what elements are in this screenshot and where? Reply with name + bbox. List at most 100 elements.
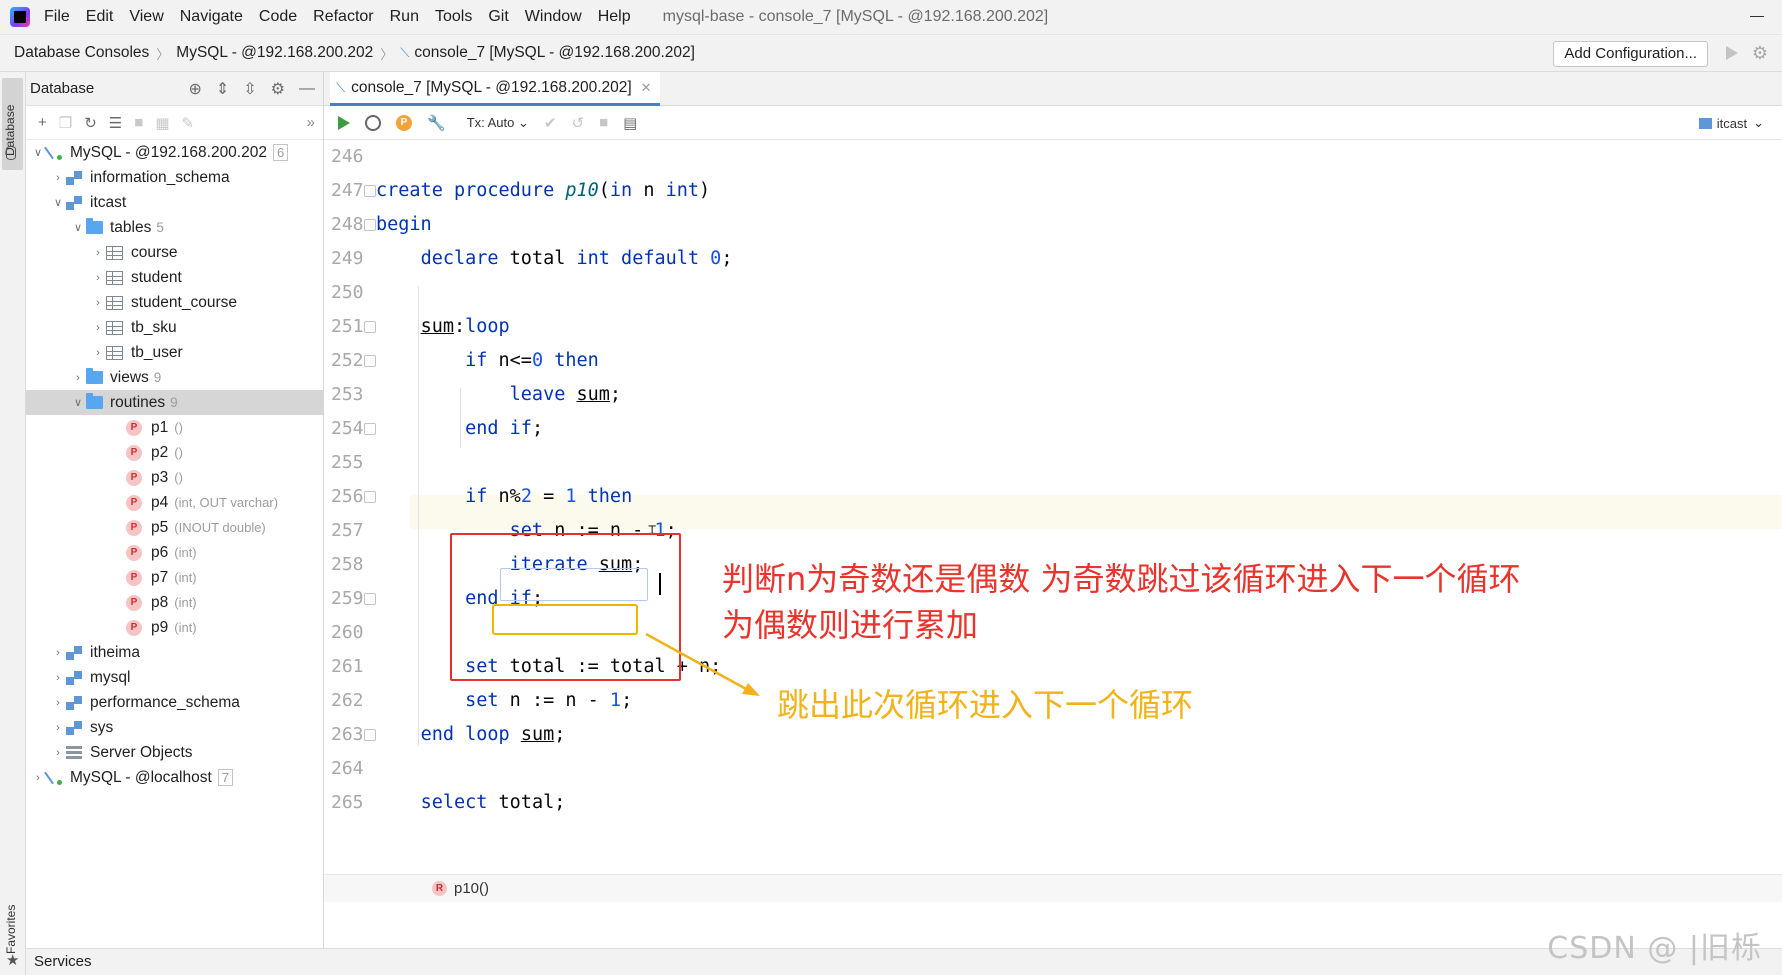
menu-window[interactable]: Window — [525, 8, 582, 26]
tree-folder-routines[interactable]: ∨ routines 9 — [26, 390, 323, 415]
tree-connection-remote[interactable]: ∨ MySQL - @192.168.200.202 6 — [26, 140, 323, 165]
tree-schema-information-schema[interactable]: › information_schema — [26, 165, 323, 190]
menu-navigate[interactable]: Navigate — [180, 8, 243, 26]
tree-table-student-course[interactable]: › student_course — [26, 290, 323, 315]
tree-schema-sys[interactable]: › sys — [26, 715, 323, 740]
tree-table-student[interactable]: › student — [26, 265, 323, 290]
tree-routine-p7[interactable]: P p7 (int) — [26, 565, 323, 590]
chevron-right-icon[interactable]: › — [70, 372, 86, 384]
menu-run[interactable]: Run — [390, 8, 419, 26]
history-icon[interactable] — [365, 114, 381, 131]
services-tool-tab[interactable]: Services — [26, 948, 1782, 975]
server-objects-icon — [66, 745, 82, 760]
transaction-mode-select[interactable]: Tx: Auto ⌄ — [467, 115, 529, 131]
chevron-down-icon[interactable]: ∨ — [70, 221, 86, 234]
breadcrumb-connection[interactable]: MySQL - @192.168.200.202 — [176, 44, 373, 62]
menu-refactor[interactable]: Refactor — [313, 8, 373, 26]
tree-server-objects[interactable]: › Server Objects — [26, 740, 323, 765]
tree-routine-p5[interactable]: P p5 (INOUT double) — [26, 515, 323, 540]
chevron-right-icon[interactable]: › — [90, 297, 106, 309]
wrench-icon[interactable]: 🔧 — [427, 114, 446, 132]
stop-icon[interactable]: ■ — [134, 114, 143, 131]
star-icon[interactable]: ★ — [6, 951, 19, 969]
expand-all-icon[interactable]: ⇕ — [216, 79, 229, 99]
edit-icon[interactable]: ✎ — [182, 114, 195, 132]
tree-table-course[interactable]: › course — [26, 240, 323, 265]
execute-icon[interactable] — [338, 115, 350, 130]
menu-code[interactable]: Code — [259, 8, 297, 26]
database-panel-title: Database — [30, 80, 95, 97]
tree-label: p8 — [151, 593, 169, 611]
tree-table-tb-sku[interactable]: › tb_sku — [26, 315, 323, 340]
favorites-tool-tab-label[interactable]: Favorites — [4, 905, 18, 954]
tree-table-tb-user[interactable]: › tb_user — [26, 340, 323, 365]
tree-folder-views[interactable]: › views 9 — [26, 365, 323, 390]
chevron-right-icon[interactable]: › — [90, 247, 106, 259]
tree-connection-label: MySQL - @192.168.200.202 — [70, 143, 267, 161]
more-icon[interactable]: » — [307, 114, 315, 131]
chevron-right-icon[interactable]: › — [50, 647, 66, 659]
chevron-right-icon[interactable]: › — [50, 172, 66, 184]
tree-routine-p1[interactable]: P p1 () — [26, 415, 323, 440]
chevron-right-icon[interactable]: › — [90, 272, 106, 284]
menu-help[interactable]: Help — [598, 8, 631, 26]
add-configuration-button[interactable]: Add Configuration... — [1553, 41, 1708, 67]
chevron-down-icon[interactable]: ∨ — [70, 396, 86, 409]
tree-routine-p3[interactable]: P p3 () — [26, 465, 323, 490]
annotation-red-text: 判断n为奇数还是偶数 为奇数跳过该循环进入下一个循环 为偶数则进行累加 — [722, 556, 1520, 648]
schema-icon — [66, 695, 82, 710]
tree-folder-tables[interactable]: ∨ tables 5 — [26, 215, 323, 240]
routine-signature: (int) — [174, 570, 197, 585]
menu-tools[interactable]: Tools — [435, 8, 472, 26]
minimize-icon[interactable] — [1750, 16, 1764, 17]
explain-plan-icon[interactable]: P — [396, 114, 412, 131]
locate-icon[interactable]: ⊕ — [188, 79, 201, 99]
gear-icon[interactable]: ⚙ — [271, 79, 285, 99]
tree-routine-p2[interactable]: P p2 () — [26, 440, 323, 465]
chevron-right-icon[interactable]: › — [90, 347, 106, 359]
watermark: CSDN @ |旧栎 — [1547, 931, 1762, 966]
tree-schema-itheima[interactable]: › itheima — [26, 640, 323, 665]
tree-routine-p6[interactable]: P p6 (int) — [26, 540, 323, 565]
chevron-right-icon[interactable]: › — [50, 697, 66, 709]
tree-schema-mysql[interactable]: › mysql — [26, 665, 323, 690]
chevron-right-icon[interactable]: › — [50, 747, 66, 759]
schema-settings-icon[interactable]: ☰ — [109, 114, 122, 132]
menu-git[interactable]: Git — [488, 8, 508, 26]
tree-routine-p8[interactable]: P p8 (int) — [26, 590, 323, 615]
tree-routine-p9[interactable]: P p9 (int) — [26, 615, 323, 640]
commit-icon[interactable]: ✔ — [544, 114, 557, 132]
tab-console-7[interactable]: ⟍ console_7 [MySQL - @192.168.200.202] ✕ — [330, 72, 660, 106]
chevron-right-icon[interactable]: › — [50, 672, 66, 684]
collapse-all-icon[interactable]: ⇳ — [243, 79, 256, 99]
breadcrumb-console[interactable]: console_7 [MySQL - @192.168.200.202] — [414, 44, 695, 62]
stop-icon[interactable]: ■ — [599, 114, 608, 131]
menu-view[interactable]: View — [129, 8, 163, 26]
menu-edit[interactable]: Edit — [86, 8, 114, 26]
database-panel: Database ⊕ ⇕ ⇳ ⚙ — + ❐ ↻ ☰ ■ ▦ ✎ » ∨ MyS… — [26, 72, 324, 948]
close-icon[interactable]: ✕ — [641, 80, 652, 96]
hide-icon[interactable]: — — [299, 80, 315, 98]
tree-schema-itcast[interactable]: ∨ itcast — [26, 190, 323, 215]
add-icon[interactable]: + — [38, 114, 47, 131]
chevron-down-icon[interactable]: ∨ — [50, 196, 66, 209]
tree-label: information_schema — [90, 168, 230, 186]
menu-file[interactable]: File — [44, 8, 70, 26]
chevron-right-icon[interactable]: › — [90, 322, 106, 334]
tree-connection-localhost[interactable]: › MySQL - @localhost 7 — [26, 765, 323, 790]
rollback-icon[interactable]: ↺ — [571, 114, 584, 132]
output-icon[interactable]: ▤ — [623, 114, 637, 132]
editor-area: ⟍ console_7 [MySQL - @192.168.200.202] ✕… — [324, 72, 1782, 948]
run-config-icon[interactable] — [1726, 46, 1738, 60]
chevron-right-icon[interactable]: › — [50, 722, 66, 734]
tree-schema-performance-schema[interactable]: › performance_schema — [26, 690, 323, 715]
tree-routine-p4[interactable]: P p4 (int, OUT varchar) — [26, 490, 323, 515]
refresh-icon[interactable]: ↻ — [84, 114, 97, 132]
editor-breadcrumb-label[interactable]: p10() — [454, 875, 489, 902]
duplicate-icon[interactable]: ❐ — [59, 114, 72, 132]
gear-icon[interactable]: ⚙ — [1752, 43, 1768, 64]
code-editor[interactable]: 246 247 create procedure p10(in n int) 2… — [324, 140, 1782, 920]
breadcrumb-database-consoles[interactable]: Database Consoles — [14, 44, 149, 62]
schema-selector[interactable]: itcast ⌄ — [1698, 106, 1764, 140]
table-view-icon[interactable]: ▦ — [155, 114, 169, 132]
